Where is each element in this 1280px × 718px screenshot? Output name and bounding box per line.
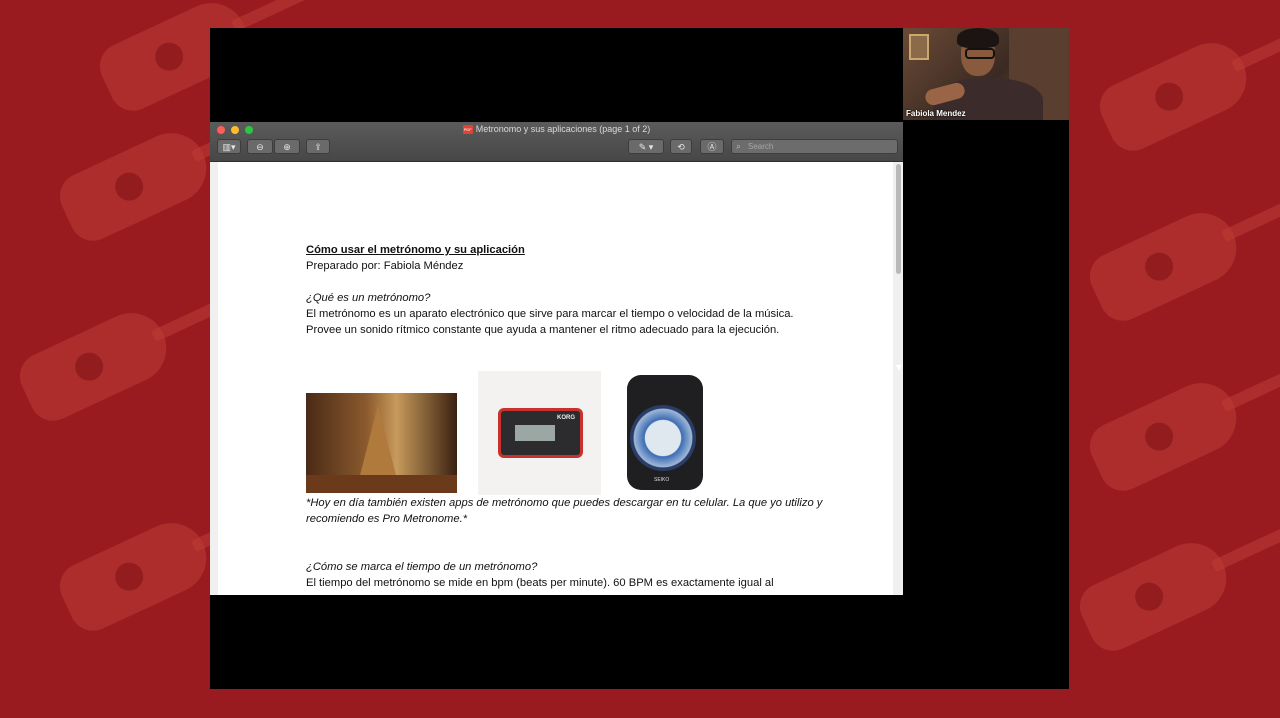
search-input[interactable]: ⌕ Search <box>731 139 898 154</box>
guitar-pattern-icon <box>1072 531 1238 659</box>
korg-logo: KORG <box>557 415 575 421</box>
sidebar-icon: ▥▾ <box>222 142 236 152</box>
markup-button[interactable]: ✎ ▾ <box>628 139 664 154</box>
zoom-in-icon: ⊕ <box>283 142 291 152</box>
participant-hair <box>957 28 999 48</box>
zoom-out-icon: ⊖ <box>256 142 264 152</box>
paragraph: El metrónomo es un aparato electrónico q… <box>306 308 794 336</box>
search-icon: ⌕ <box>736 141 742 151</box>
korg-metronome-image: KORG <box>478 371 601 495</box>
document-viewport[interactable]: Cómo usar el metrónomo y su aplicación P… <box>210 162 903 595</box>
app-note: *Hoy en día también existen apps de metr… <box>306 497 823 525</box>
annotate-button[interactable]: Ⓐ <box>700 139 724 154</box>
guitar-pattern-icon <box>1082 201 1248 329</box>
image-row: KORG SEIKO <box>306 369 726 495</box>
share-button[interactable]: ⇪ <box>306 139 330 154</box>
window-title: PDF Metronomo y sus aplicaciones (page 1 … <box>210 124 903 135</box>
search-placeholder: Search <box>748 142 774 151</box>
paragraph-2: El tiempo del metrónomo se mide en bpm (… <box>306 577 774 589</box>
preview-window: PDF Metronomo y sus aplicaciones (page 1 … <box>210 122 903 595</box>
rotate-button[interactable]: ⟲ <box>670 139 692 154</box>
author-line: Preparado por: Fabiola Méndez <box>306 260 464 272</box>
pdf-icon: PDF <box>462 125 473 135</box>
zoom-in-button[interactable]: ⊕ <box>274 139 300 154</box>
zoom-out-button[interactable]: ⊖ <box>247 139 273 154</box>
vertical-scrollbar[interactable] <box>896 164 901 274</box>
window-titlebar: PDF Metronomo y sus aplicaciones (page 1 … <box>210 122 903 162</box>
mechanical-metronome-image <box>306 393 457 493</box>
glasses <box>965 48 995 59</box>
pdf-page: Cómo usar el metrónomo y su aplicación P… <box>218 162 893 595</box>
question-heading-2: ¿Cómo se marca el tiempo de un metrónomo… <box>306 561 538 573</box>
guitar-pattern-icon <box>52 511 218 639</box>
annotate-icon: Ⓐ <box>707 142 717 152</box>
question-heading: ¿Qué es un metrónomo? <box>306 292 431 304</box>
guitar-pattern-icon <box>52 121 218 249</box>
window-title-text: Metronomo y sus aplicaciones (page 1 of … <box>475 124 651 134</box>
pen-icon: ✎ ▾ <box>638 142 654 152</box>
guitar-pattern-icon <box>1082 371 1248 499</box>
guitar-pattern-icon <box>12 301 178 429</box>
mouse-cursor-icon <box>896 365 902 371</box>
participant-video-tile[interactable]: Fabiola Mendez <box>903 28 1069 120</box>
document-body: Cómo usar el metrónomo y su aplicación P… <box>306 242 826 338</box>
participant-name: Fabiola Mendez <box>906 109 966 118</box>
rotate-icon: ⟲ <box>677 142 685 152</box>
video-call-stage: Fabiola Mendez PDF Metronomo y sus aplica… <box>210 28 1069 689</box>
wall-picture <box>909 34 929 60</box>
guitar-pattern-icon <box>1092 31 1258 159</box>
document-title: Cómo usar el metrónomo y su aplicación <box>306 244 525 256</box>
share-icon: ⇪ <box>314 142 322 152</box>
sidebar-toggle-button[interactable]: ▥▾ <box>217 139 241 154</box>
seiko-logo: SEIKO <box>654 477 670 483</box>
document-body-continued: *Hoy en día también existen apps de metr… <box>306 495 826 591</box>
seiko-metronome-image: SEIKO <box>623 371 713 495</box>
